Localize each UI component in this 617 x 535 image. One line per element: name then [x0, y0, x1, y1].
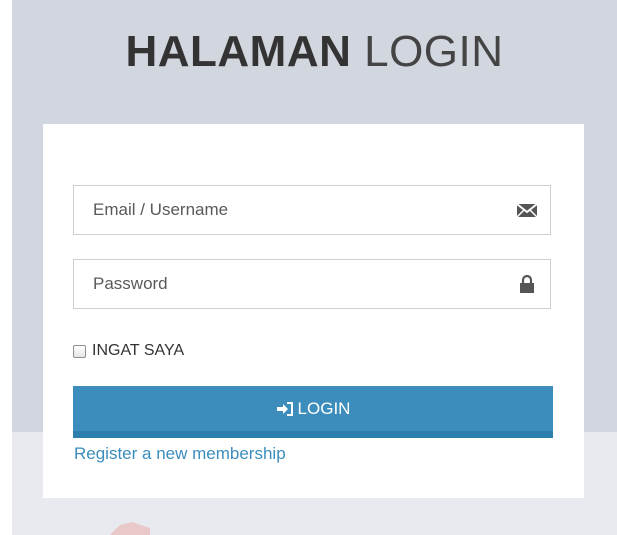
login-button-label: LOGIN [297, 398, 351, 418]
password-input[interactable] [74, 260, 513, 308]
title-bold: HALAMAN [125, 27, 352, 76]
email-input[interactable] [74, 186, 513, 234]
remember-checkbox[interactable] [73, 344, 86, 358]
password-field[interactable] [73, 259, 551, 309]
register-link[interactable]: Register a new membership [74, 444, 286, 464]
remember-me[interactable]: INGAT SAYA [73, 341, 184, 361]
title-light: LOGIN [364, 27, 504, 76]
login-button[interactable]: LOGIN [73, 386, 553, 438]
login-box: INGAT SAYA LOGIN Register a new membersh… [43, 124, 584, 498]
watermark-fragment [110, 522, 150, 535]
lock-icon [520, 274, 534, 293]
login-title: HALAMAN LOGIN [12, 30, 617, 74]
remember-label: INGAT SAYA [92, 342, 185, 359]
envelope-icon [516, 203, 538, 218]
sign-in-icon [276, 401, 293, 416]
email-field[interactable] [73, 185, 551, 235]
